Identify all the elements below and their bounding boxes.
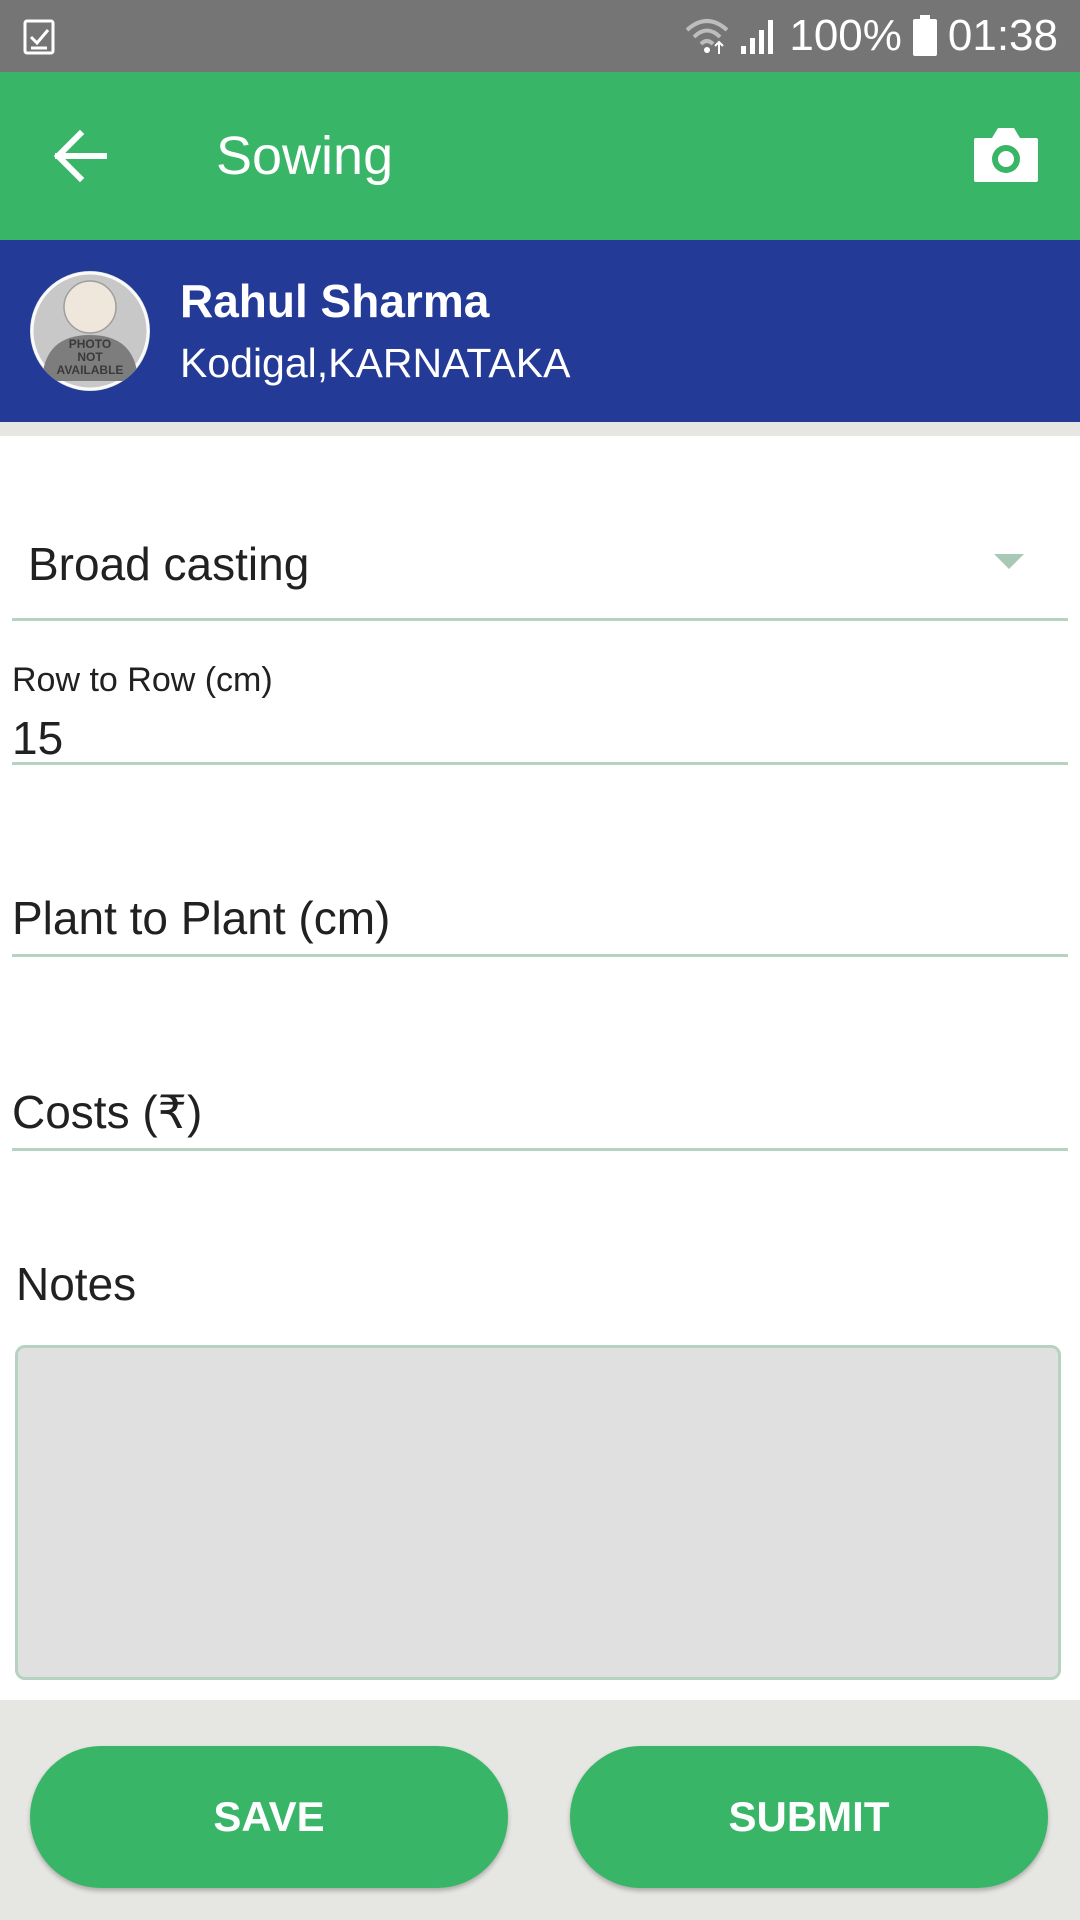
notes-textarea[interactable] — [15, 1345, 1061, 1680]
checklist-icon — [23, 19, 55, 55]
plant-to-plant-placeholder: Plant to Plant (cm) — [12, 892, 391, 944]
sowing-form: Broad casting Row to Row (cm) 15 Plant t… — [0, 436, 1080, 1700]
costs-placeholder: Costs (₹) — [12, 1086, 203, 1138]
row-to-row-label: Row to Row (cm) — [12, 661, 273, 699]
farmer-name: Rahul Sharma — [180, 275, 490, 327]
dropdown-arrow-icon — [994, 554, 1024, 569]
row-to-row-field[interactable]: Row to Row (cm) 15 — [12, 658, 1068, 765]
submit-button[interactable]: SUBMIT — [570, 1746, 1048, 1888]
wifi-icon — [686, 19, 729, 54]
farmer-location: Kodigal,KARNATAKA — [180, 340, 571, 386]
app-bar: Sowing — [0, 72, 1080, 240]
status-bar: 100% 01:38 — [0, 0, 1080, 72]
sowing-method-dropdown[interactable]: Broad casting — [12, 516, 1068, 621]
save-button[interactable]: SAVE — [30, 1746, 508, 1888]
arrow-back-icon[interactable] — [50, 124, 114, 188]
costs-field[interactable]: Costs (₹) — [12, 1082, 1068, 1151]
page-title: Sowing — [216, 126, 394, 186]
sowing-method-value: Broad casting — [28, 538, 310, 590]
row-to-row-value: 15 — [12, 712, 64, 764]
avatar-text-1: PHOTO — [69, 337, 111, 351]
farmer-profile-banner: PHOTO NOT AVAILABLE Rahul Sharma Kodigal… — [0, 240, 1080, 422]
signal-icon — [741, 20, 774, 54]
battery-percent: 100% — [789, 11, 902, 60]
avatar-text-2: NOT — [77, 350, 103, 364]
avatar[interactable]: PHOTO NOT AVAILABLE — [30, 271, 150, 391]
plant-to-plant-field[interactable]: Plant to Plant (cm) — [12, 888, 1068, 957]
photo-not-available-icon: PHOTO NOT AVAILABLE — [30, 271, 150, 391]
camera-icon[interactable] — [972, 122, 1040, 190]
avatar-text-3: AVAILABLE — [57, 363, 124, 377]
battery-icon — [912, 15, 937, 56]
notes-label: Notes — [16, 1258, 137, 1310]
clock: 01:38 — [947, 11, 1058, 60]
